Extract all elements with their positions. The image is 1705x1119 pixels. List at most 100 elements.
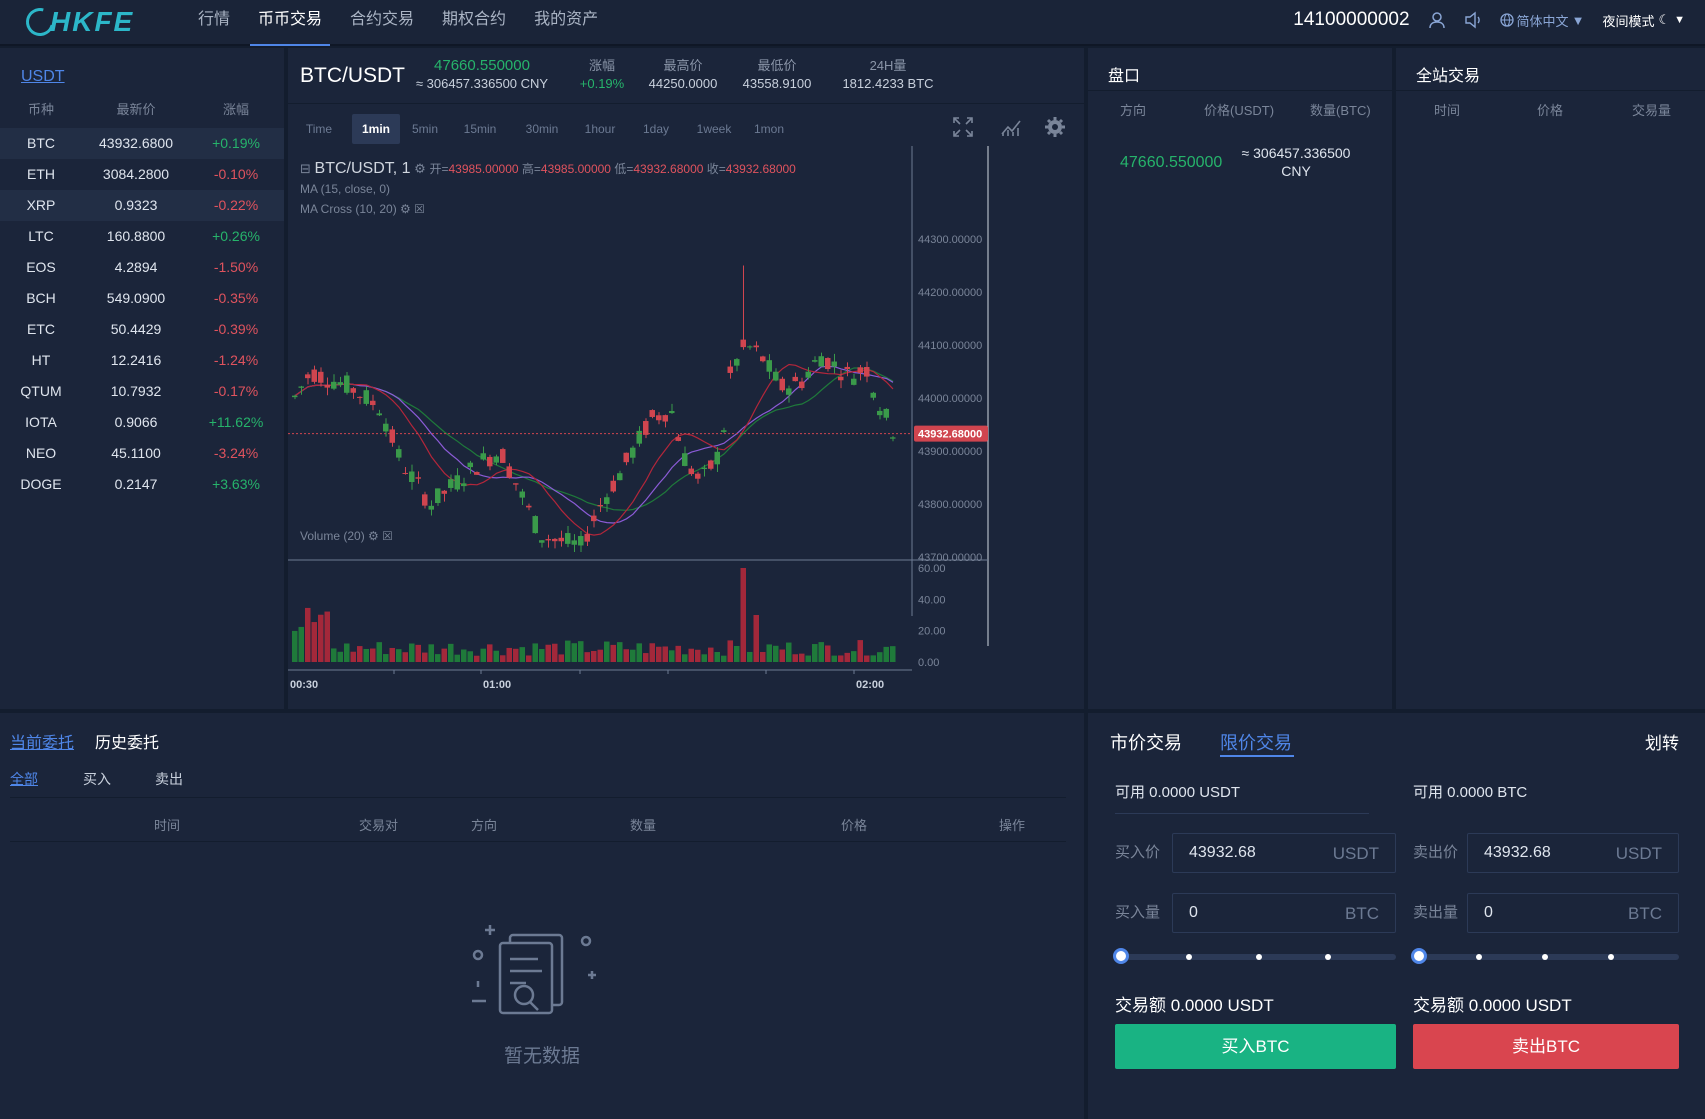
legend-settings-icon[interactable]: ⚙: [368, 529, 379, 543]
volume-bar: [688, 648, 694, 662]
indicator-icon[interactable]: [1000, 116, 1022, 143]
tab-current-orders[interactable]: 当前委托: [10, 729, 74, 753]
timeframe-1min[interactable]: 1min: [352, 114, 400, 144]
slider-tick[interactable]: [1476, 954, 1482, 960]
candle-body: [513, 483, 519, 485]
market-tab-usdt[interactable]: USDT: [21, 68, 65, 86]
transfer-link[interactable]: 划转: [1645, 729, 1679, 754]
volume-bar: [649, 643, 655, 662]
market-row-btc[interactable]: BTC 43932.6800 +0.19%: [0, 128, 284, 159]
user-phone[interactable]: 14100000002: [1293, 9, 1409, 31]
legend-settings-icon[interactable]: ⚙: [414, 161, 426, 176]
timeframe-15min[interactable]: 15min: [454, 114, 506, 144]
market-row-etc[interactable]: ETC 50.4429 -0.39%: [0, 314, 284, 345]
timeframe-1week[interactable]: 1week: [686, 114, 742, 144]
slider-tick[interactable]: [1608, 954, 1614, 960]
slider-knob[interactable]: [1113, 948, 1129, 964]
volume-bar: [851, 651, 857, 662]
market-change: -0.39%: [213, 321, 259, 337]
candle-body: [649, 410, 655, 417]
filter-sell[interactable]: 卖出: [155, 769, 183, 789]
slider-tick[interactable]: [1256, 954, 1262, 960]
timeframe-30min[interactable]: 30min: [516, 114, 568, 144]
timeframe-1mon[interactable]: 1mon: [748, 114, 790, 144]
buy-price-label: 买入价: [1115, 844, 1161, 861]
tab-history-orders[interactable]: 历史委托: [95, 729, 159, 753]
candle-body: [597, 505, 603, 507]
settings-gear-icon[interactable]: [1044, 116, 1066, 143]
slider-tick[interactable]: [1325, 954, 1331, 960]
slider-tick[interactable]: [1542, 954, 1548, 960]
legend-close-icon[interactable]: ☒: [414, 202, 425, 216]
market-row-bch[interactable]: BCH 549.0900 -0.35%: [0, 283, 284, 314]
volume-bar: [662, 646, 668, 662]
market-row-ltc[interactable]: LTC 160.8800 +0.26%: [0, 221, 284, 252]
market-row-doge[interactable]: DOGE 0.2147 +3.63%: [0, 469, 284, 500]
buy-button[interactable]: 买入BTC: [1115, 1024, 1396, 1069]
market-row-iota[interactable]: IOTA 0.9066 +11.62%: [0, 407, 284, 438]
candlestick-chart[interactable]: 44300.00000 44200.00000 44100.00000 44000.0…: [288, 146, 1084, 709]
nav-spot-trading[interactable]: 币币交易: [250, 0, 331, 46]
logo[interactable]: HKFE: [20, 2, 134, 42]
sell-qty-input[interactable]: 0 BTC: [1467, 893, 1679, 933]
market-row-ht[interactable]: HT 12.2416 -1.24%: [0, 345, 284, 376]
market-row-eos[interactable]: EOS 4.2894 -1.50%: [0, 252, 284, 283]
sell-button[interactable]: 卖出BTC: [1413, 1024, 1679, 1069]
candle-body: [688, 468, 694, 475]
candle-body: [838, 376, 844, 381]
filter-buy[interactable]: 买入: [83, 769, 111, 789]
collapse-icon[interactable]: ⊟: [300, 161, 311, 176]
fullscreen-icon[interactable]: [952, 116, 974, 143]
moon-icon: ☾: [1658, 12, 1671, 27]
candle-body: [604, 497, 610, 504]
market-change: -0.22%: [213, 197, 259, 213]
buy-price-input[interactable]: 43932.68 USDT: [1172, 833, 1396, 873]
filter-all[interactable]: 全部: [10, 769, 38, 789]
language-selector[interactable]: 简体中文 ▼: [1499, 11, 1584, 30]
night-mode-toggle[interactable]: 夜间模式 ☾ ▼: [1602, 11, 1685, 30]
market-row-xrp[interactable]: XRP 0.9323 -0.22%: [0, 190, 284, 221]
timeframe-1hour[interactable]: 1hour: [574, 114, 626, 144]
tab-limit-order[interactable]: 限价交易: [1220, 729, 1292, 755]
timeframe-5min[interactable]: 5min: [402, 114, 448, 144]
market-row-eth[interactable]: ETH 3084.2800 -0.10%: [0, 159, 284, 190]
market-price: 3084.2800: [102, 166, 170, 182]
timeframe-time[interactable]: Time: [296, 114, 342, 144]
market-coin: NEO: [25, 445, 57, 461]
timeframe-1day[interactable]: 1day: [634, 114, 678, 144]
ma-cross-slow-line: [294, 367, 894, 511]
candle-body: [415, 477, 421, 479]
legend-settings-icon[interactable]: ⚙: [400, 202, 411, 216]
nav-options[interactable]: 期权合约: [434, 0, 514, 46]
volume-bar: [636, 643, 642, 662]
user-icon[interactable]: [1428, 11, 1446, 29]
buy-qty-input[interactable]: 0 BTC: [1172, 893, 1396, 933]
nav-contract-trading[interactable]: 合约交易: [342, 0, 422, 46]
legend-close-icon[interactable]: ☒: [382, 529, 393, 543]
slider-tick[interactable]: [1186, 954, 1192, 960]
sell-price-input[interactable]: 43932.68 USDT: [1467, 833, 1679, 873]
market-row-neo[interactable]: NEO 45.1100 -3.24%: [0, 438, 284, 469]
divider: [1396, 90, 1705, 91]
volume-bar: [584, 652, 590, 662]
chart-canvas[interactable]: 44300.00000 44200.00000 44100.00000 44000.0…: [288, 146, 1084, 709]
volume-bar: [389, 647, 395, 662]
candle-body: [493, 456, 499, 463]
sell-percent-slider[interactable]: [1411, 948, 1679, 964]
candle-body: [753, 345, 759, 348]
volume-bar: [344, 643, 350, 662]
nav-market[interactable]: 行情: [190, 0, 238, 46]
volume-bar: [805, 655, 811, 662]
market-price: 4.2894: [114, 259, 158, 275]
candle-body: [298, 386, 304, 388]
sound-icon[interactable]: [1464, 11, 1482, 29]
sell-price-label: 卖出价: [1413, 844, 1459, 861]
chevron-down-icon: ▼: [1674, 14, 1685, 26]
market-row-qtum[interactable]: QTUM 10.7932 -0.17%: [0, 376, 284, 407]
header-price: 最新价: [116, 102, 156, 117]
tab-market-order[interactable]: 市价交易: [1110, 729, 1182, 755]
nav-assets[interactable]: 我的资产: [526, 0, 606, 46]
slider-knob[interactable]: [1411, 948, 1427, 964]
buy-percent-slider[interactable]: [1113, 948, 1396, 964]
market-price: 10.7932: [110, 383, 162, 399]
